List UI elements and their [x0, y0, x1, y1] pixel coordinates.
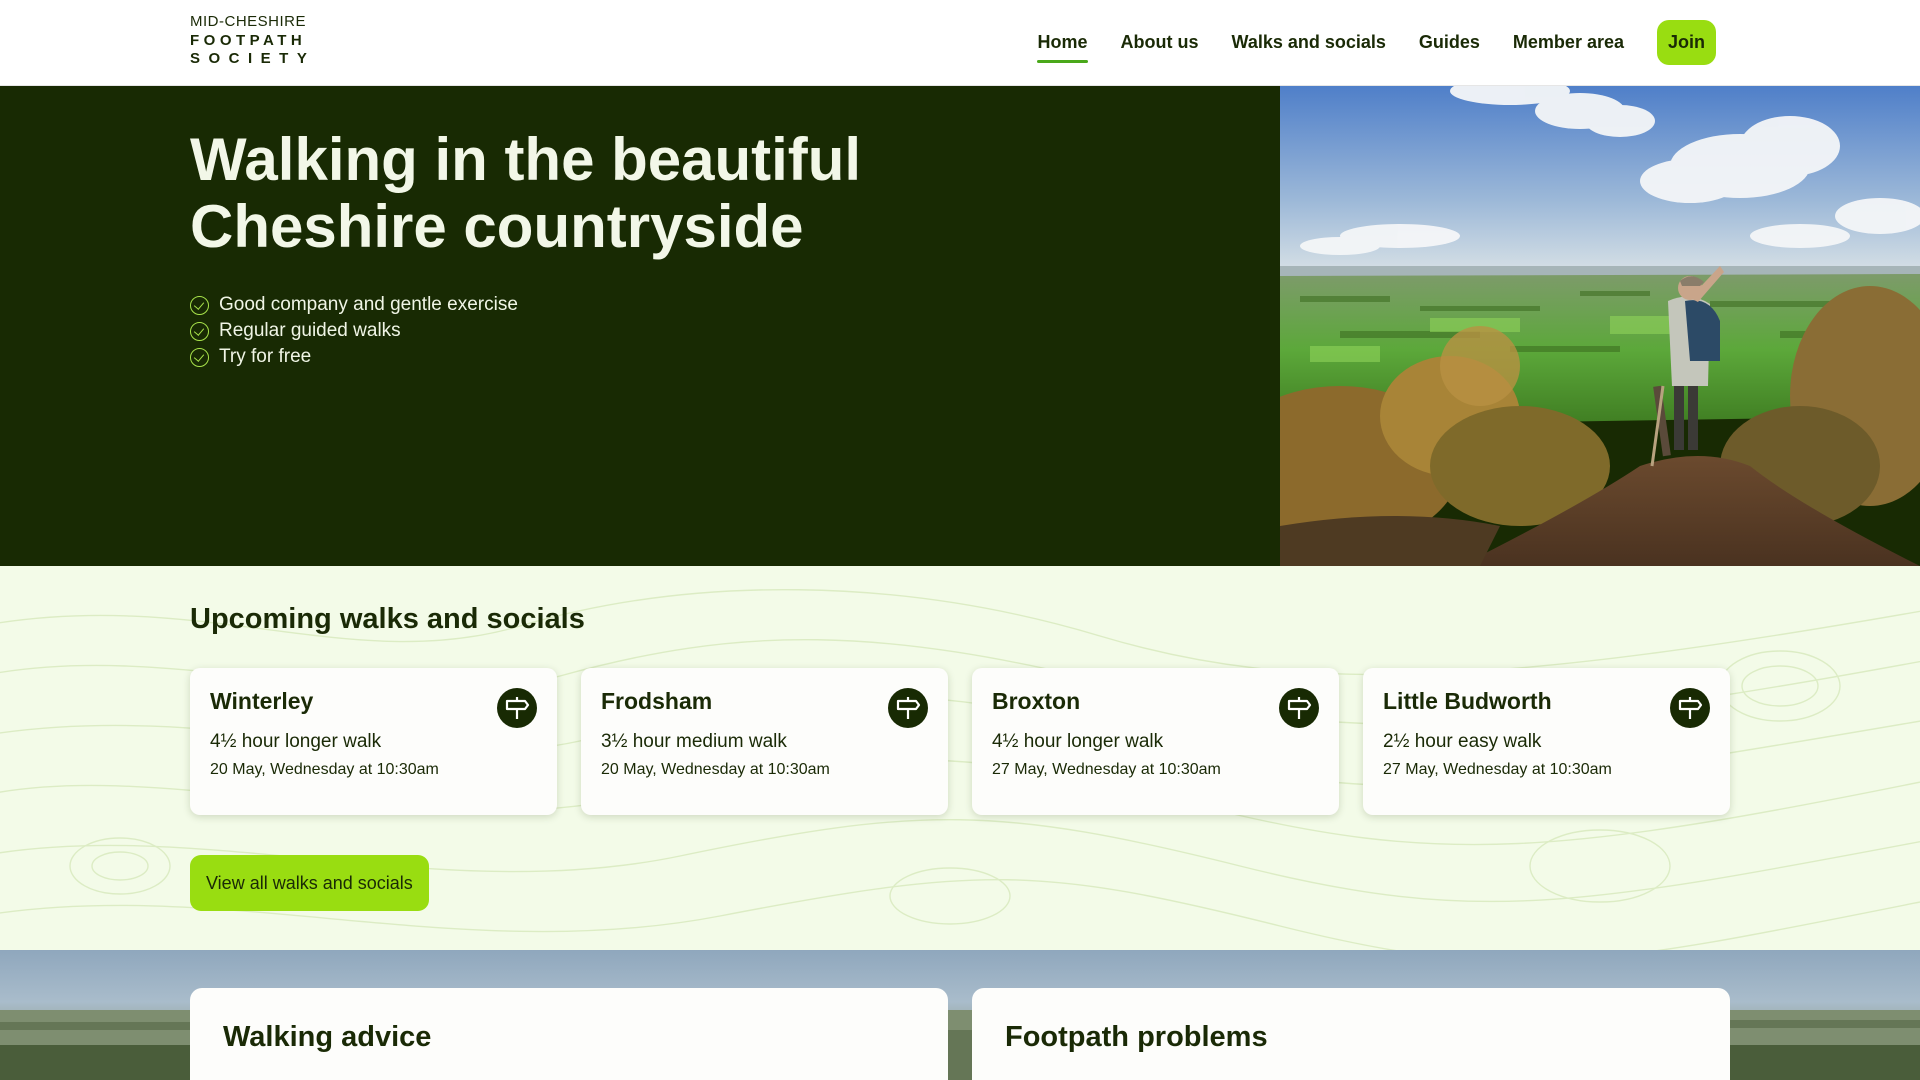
walk-card-duration: 2½ hour easy walk: [1383, 731, 1542, 752]
walk-card-date: 27 May, Wednesday at 10:30am: [1383, 761, 1612, 778]
hero-benefit-item: Good company and gentle exercise: [190, 292, 518, 318]
footpath-problems-heading: Footpath problems: [1005, 1021, 1268, 1053]
walking-advice-panel[interactable]: Walking advice: [190, 988, 948, 1080]
signpost-icon: [497, 688, 537, 728]
signpost-icon: [1670, 688, 1710, 728]
check-circle-icon: [190, 347, 209, 367]
nav-item-walks-and-socials[interactable]: Walks and socials: [1232, 20, 1386, 65]
walk-card-duration: 4½ hour longer walk: [992, 731, 1164, 752]
site-header: MID-CHESHIRE FOOTPATH SOCIETY Home About…: [0, 0, 1920, 86]
nav-item-home[interactable]: Home: [1037, 20, 1088, 65]
nav-item-guides[interactable]: Guides: [1419, 20, 1480, 65]
logo-line-1: MID-CHESHIRE: [190, 13, 307, 30]
site-logo[interactable]: MID-CHESHIRE FOOTPATH SOCIETY: [190, 14, 315, 66]
walk-card-date: 27 May, Wednesday at 10:30am: [992, 761, 1221, 778]
hero-benefit-item: Try for free: [190, 344, 518, 370]
hero-title: Walking in the beautiful Cheshire countr…: [190, 126, 862, 260]
walk-card-title: Winterley: [210, 688, 314, 714]
nav-item-about-us[interactable]: About us: [1121, 20, 1199, 65]
main-nav: Home About us Walks and socials Guides M…: [1037, 20, 1716, 65]
hero-photo-walker: [1280, 86, 1920, 566]
join-button[interactable]: Join: [1656, 20, 1716, 65]
signpost-icon: [1279, 688, 1319, 728]
check-circle-icon: [190, 321, 209, 341]
walk-cards-list: Winterley 4½ hour longer walk 20 May, We…: [190, 668, 1730, 815]
hero-benefit-text: Good company and gentle exercise: [219, 294, 518, 315]
info-panels-section: Walking advice Footpath problems: [0, 950, 1920, 1080]
walk-card[interactable]: Frodsham 3½ hour medium walk 20 May, Wed…: [581, 668, 948, 815]
hero-benefit-text: Regular guided walks: [219, 320, 401, 341]
walk-card[interactable]: Broxton 4½ hour longer walk 27 May, Wedn…: [972, 668, 1339, 815]
walk-card-title: Broxton: [992, 688, 1081, 714]
walk-card-duration: 3½ hour medium walk: [601, 731, 787, 752]
walk-card-title: Frodsham: [601, 688, 713, 714]
footpath-problems-panel[interactable]: Footpath problems: [972, 988, 1730, 1080]
upcoming-heading: Upcoming walks and socials: [190, 603, 585, 635]
walk-card[interactable]: Little Budworth 2½ hour easy walk 27 May…: [1363, 668, 1730, 815]
hero-section: Walking in the beautiful Cheshire countr…: [0, 86, 1920, 566]
logo-line-3: SOCIETY: [190, 50, 316, 67]
hero-benefits-list: Good company and gentle exercise Regular…: [190, 292, 518, 370]
check-circle-icon: [190, 295, 209, 315]
hero-benefit-text: Try for free: [219, 346, 312, 367]
nav-item-member-area[interactable]: Member area: [1513, 20, 1624, 65]
view-all-walks-button[interactable]: View all walks and socials: [190, 855, 429, 911]
walk-card-date: 20 May, Wednesday at 10:30am: [601, 761, 830, 778]
hero-benefit-item: Regular guided walks: [190, 318, 518, 344]
walking-advice-heading: Walking advice: [223, 1021, 432, 1053]
walk-card-title: Little Budworth: [1383, 688, 1552, 714]
walk-card-duration: 4½ hour longer walk: [210, 731, 382, 752]
signpost-icon: [888, 688, 928, 728]
upcoming-walks-section: Upcoming walks and socials Winterley 4½ …: [0, 566, 1920, 950]
walk-card[interactable]: Winterley 4½ hour longer walk 20 May, We…: [190, 668, 557, 815]
logo-line-2: FOOTPATH: [190, 32, 307, 49]
walk-card-date: 20 May, Wednesday at 10:30am: [210, 761, 439, 778]
